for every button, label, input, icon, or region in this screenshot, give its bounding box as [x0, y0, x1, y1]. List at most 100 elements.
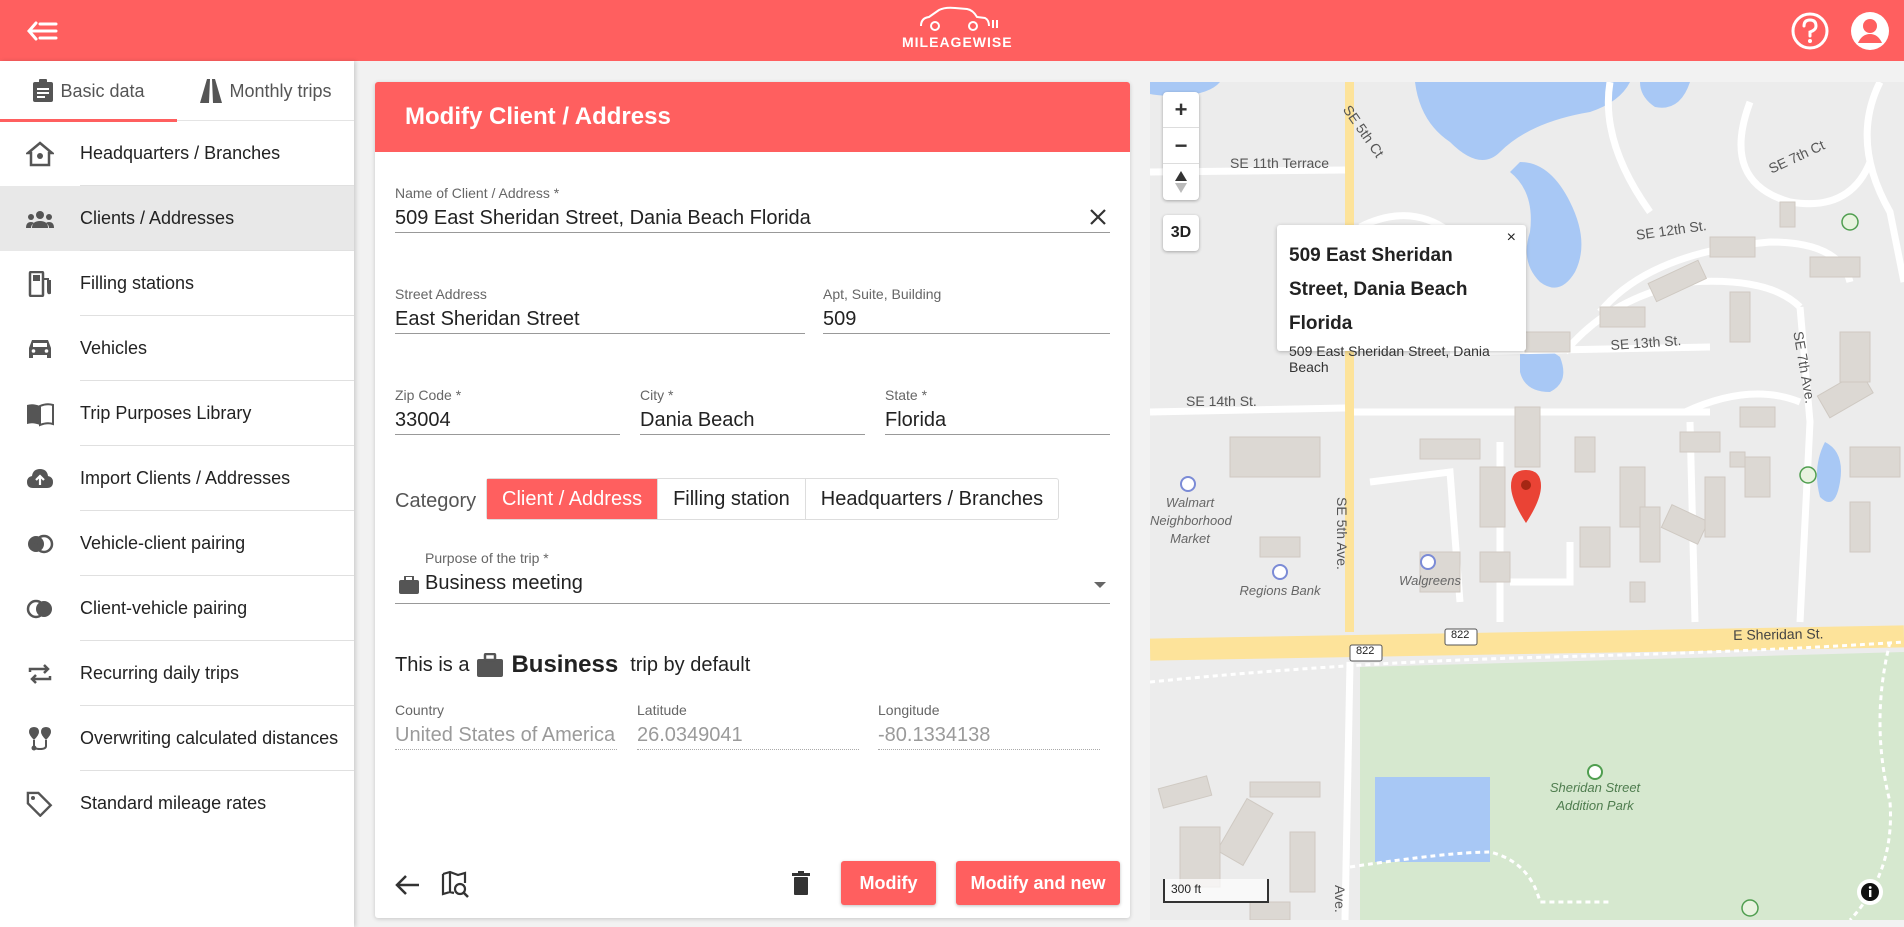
- fuel-pump-icon: [28, 271, 51, 297]
- people-icon: [26, 211, 54, 228]
- purpose-label: Purpose of the trip *: [425, 550, 549, 566]
- sidebar-item-label: Filling stations: [80, 273, 195, 293]
- sidebar-item-recurring-trips[interactable]: Recurring daily trips: [0, 641, 354, 706]
- name-input[interactable]: 509 East Sheridan Street, Dania Beach Fl…: [395, 203, 1110, 233]
- road-icon: [200, 79, 223, 103]
- sidebar-item-label: Vehicle-client pairing: [80, 533, 246, 553]
- tag-icon: [26, 791, 53, 817]
- logo-text: MILEAGEWISE: [902, 34, 1013, 50]
- sidebar-item-filling-stations[interactable]: Filling stations: [0, 251, 354, 316]
- latitude-value: 26.0349041: [637, 720, 859, 750]
- poi-park[interactable]: Sheridan Street Addition Park: [1540, 779, 1650, 815]
- poi-regions-bank[interactable]: Regions Bank: [1235, 582, 1325, 600]
- modify-button[interactable]: Modify: [841, 861, 936, 905]
- clear-icon[interactable]: [1086, 205, 1110, 229]
- street-label-se5thave: SE 5th Ave.: [1334, 497, 1350, 570]
- home-pin-icon: [26, 141, 54, 167]
- account-icon[interactable]: [1850, 11, 1890, 51]
- country-label: Country: [395, 702, 445, 718]
- state-input[interactable]: Florida: [885, 405, 1110, 435]
- street-label-ave: Ave.: [1332, 885, 1348, 913]
- collapse-menu-icon[interactable]: [26, 16, 60, 46]
- map-canvas[interactable]: [1150, 82, 1904, 920]
- sidebar-item-label: Client-vehicle pairing: [80, 598, 248, 618]
- sidebar-menu: Headquarters / Branches Clients / Addres…: [0, 121, 354, 836]
- car-icon: [29, 340, 51, 358]
- zoom-out-button[interactable]: −: [1163, 128, 1199, 164]
- default-trip-type: Business: [511, 651, 619, 678]
- back-arrow-icon[interactable]: [395, 874, 421, 896]
- tab-monthly-trips[interactable]: Monthly trips: [177, 61, 354, 121]
- briefcase-icon: [399, 576, 419, 594]
- top-bar: MILEAGEWISE: [0, 0, 1904, 61]
- app-logo[interactable]: MILEAGEWISE: [902, 6, 1012, 56]
- sidebar-item-vehicles[interactable]: Vehicles: [0, 316, 354, 381]
- street-label-esheridan: E Sheridan St.: [1733, 625, 1824, 643]
- street-label-se14th: SE 14th St.: [1186, 393, 1257, 409]
- close-icon[interactable]: ×: [1507, 229, 1516, 247]
- longitude-field: Longitude -80.1334138: [878, 702, 1100, 750]
- category-client-address[interactable]: Client / Address: [487, 479, 659, 519]
- category-label: Category: [395, 490, 477, 512]
- modify-and-new-button[interactable]: Modify and new: [956, 861, 1120, 905]
- name-label: Name of Client / Address *: [395, 185, 560, 201]
- compass-icon[interactable]: [1163, 164, 1199, 200]
- sidebar-item-vehicle-client-pairing[interactable]: Vehicle-client pairing: [0, 511, 354, 576]
- 3d-toggle-button[interactable]: 3D: [1163, 215, 1199, 251]
- longitude-label: Longitude: [878, 702, 940, 718]
- help-icon[interactable]: [1790, 11, 1830, 51]
- popup-title: 509 East Sheridan Street, Dania Beach Fl…: [1289, 245, 1468, 334]
- sidebar-item-clients[interactable]: Clients / Addresses: [0, 186, 354, 251]
- tab-label: Monthly trips: [229, 80, 332, 101]
- map-view[interactable]: SE 5th Ct SE 11th Terrace SE 7th Ct SE 1…: [1150, 82, 1904, 920]
- purpose-select[interactable]: Purpose of the trip * Business meeting: [395, 550, 1110, 604]
- sidebar-item-import-clients[interactable]: Import Clients / Addresses: [0, 446, 354, 511]
- longitude-value: -80.1334138: [878, 720, 1100, 750]
- poi-walmart[interactable]: Walmart Neighborhood Market: [1150, 494, 1232, 548]
- briefcase-icon: [477, 653, 504, 677]
- category-headquarters[interactable]: Headquarters / Branches: [806, 479, 1058, 519]
- sidebar-item-label: Overwriting calculated distances: [80, 728, 339, 748]
- zoom-controls: + −: [1163, 92, 1199, 200]
- info-icon[interactable]: [1857, 879, 1883, 905]
- apt-field[interactable]: Apt, Suite, Building 509: [823, 286, 1110, 334]
- poi-walgreens[interactable]: Walgreens: [1390, 572, 1470, 590]
- sidebar-item-mileage-rates[interactable]: Standard mileage rates: [0, 771, 354, 836]
- route-label-822: 822: [1356, 645, 1375, 657]
- street-field[interactable]: Street Address East Sheridan Street: [395, 286, 805, 334]
- apt-label: Apt, Suite, Building: [823, 286, 942, 302]
- chevron-down-icon: [1094, 582, 1106, 588]
- zip-label: Zip Code *: [395, 387, 462, 403]
- sidebar-item-label: Vehicles: [80, 338, 148, 358]
- category-filling-station[interactable]: Filling station: [658, 479, 806, 519]
- state-field[interactable]: State * Florida: [885, 387, 1110, 435]
- apt-input[interactable]: 509: [823, 304, 1110, 334]
- zoom-in-button[interactable]: +: [1163, 92, 1199, 128]
- tab-label: Basic data: [60, 80, 145, 101]
- city-field[interactable]: City * Dania Beach: [640, 387, 865, 435]
- sidebar-item-label: Clients / Addresses: [80, 208, 235, 228]
- pairing-icon: [28, 534, 54, 554]
- default-trip-info: This is a Business trip by default: [395, 647, 750, 683]
- sidebar-item-overwriting-distances[interactable]: Overwriting calculated distances: [0, 706, 354, 771]
- name-field[interactable]: Name of Client / Address * 509 East Sher…: [395, 185, 1110, 233]
- zip-field[interactable]: Zip Code * 33004: [395, 387, 620, 435]
- purpose-value: Business meeting: [425, 572, 583, 594]
- street-input[interactable]: East Sheridan Street: [395, 304, 805, 334]
- category-selector: Client / Address Filling station Headqua…: [486, 478, 1060, 520]
- map-popup: × 509 East Sheridan Street, Dania Beach …: [1277, 225, 1526, 375]
- sidebar-item-client-vehicle-pairing[interactable]: Client-vehicle pairing: [0, 576, 354, 641]
- delete-icon[interactable]: [791, 871, 811, 895]
- map-scale: 300 ft: [1163, 879, 1269, 903]
- cloud-upload-icon: [27, 469, 53, 488]
- map-search-icon[interactable]: [441, 870, 469, 898]
- tab-basic-data[interactable]: Basic data: [0, 61, 177, 122]
- sidebar-item-headquarters[interactable]: Headquarters / Branches: [0, 121, 354, 186]
- zip-input[interactable]: 33004: [395, 405, 620, 435]
- sidebar-item-label: Standard mileage rates: [80, 793, 267, 813]
- latitude-field: Latitude 26.0349041: [637, 702, 859, 750]
- city-input[interactable]: Dania Beach: [640, 405, 865, 435]
- clipboard-icon: [33, 79, 54, 102]
- country-value: United States of America: [395, 720, 617, 750]
- sidebar-item-trip-purposes[interactable]: Trip Purposes Library: [0, 381, 354, 446]
